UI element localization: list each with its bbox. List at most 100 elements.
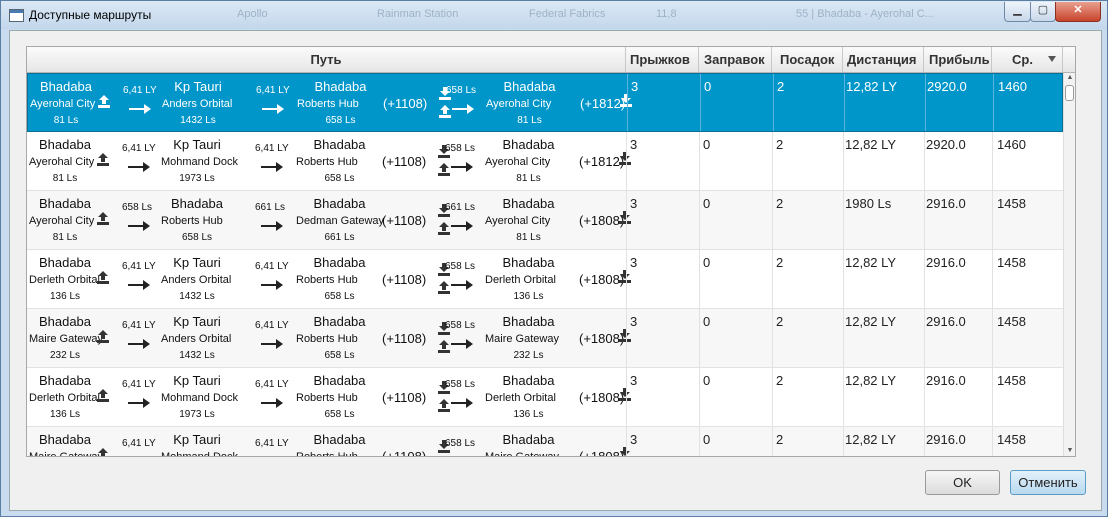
table-row[interactable]: BhadabaMaire Gateway232 LsKp TauriMohman… — [27, 427, 1063, 456]
column-header-jumps[interactable]: Прыжков — [626, 47, 699, 72]
column-divider — [772, 427, 773, 456]
system-name: Bhadaba — [502, 255, 555, 270]
cell-distance: 12,82 LY — [846, 79, 898, 94]
route-stop: Bhadaba Dedman Gateway (+1108) 661 Ls — [290, 191, 450, 249]
sell-upload-icon — [439, 105, 451, 118]
system-name: Kp Tauri — [173, 373, 221, 388]
cell-profit: 2920.0 — [926, 137, 966, 152]
station-distance: 136 Ls — [49, 291, 81, 302]
dialog-window: Доступные маршруты Apollo Rainman Statio… — [0, 0, 1108, 517]
table-row-selected[interactable]: Bhadaba Ayerohal City 81 Ls Kp Tauri Anders … — [27, 73, 1063, 132]
leg-distance-label: 658 Ls — [445, 320, 476, 331]
minimize-button[interactable]: ▁ — [1004, 2, 1031, 22]
profit-bonus: (+1108) — [383, 96, 428, 111]
profit-bonus: (+1108) — [382, 390, 427, 405]
close-button[interactable]: ✕ — [1055, 2, 1101, 22]
cell-jumps: 3 — [630, 255, 638, 270]
table-row[interactable]: Bhadaba Ayerohal City 81 Ls Kp Tauri Mohmand… — [27, 132, 1063, 191]
cell-refuels: 0 — [703, 314, 711, 329]
station-distance: 81 Ls — [516, 232, 541, 243]
station-name: Roberts Hub — [297, 98, 359, 110]
maximize-icon: ▢ — [1037, 4, 1049, 16]
system-name: Kp Tauri — [173, 255, 221, 270]
route-arrow-icon — [261, 339, 283, 349]
station-name: Roberts Hub — [296, 156, 358, 168]
window-icon — [9, 9, 24, 22]
system-name: Bhadaba — [502, 314, 555, 329]
table-row[interactable]: Bhadaba Derleth Orbital 136 Ls Kp Tauri Mohm… — [27, 368, 1063, 427]
station-distance: 81 Ls — [517, 115, 542, 126]
station-name: Mohmand Dock — [161, 156, 239, 168]
scrollbar-thumb[interactable] — [1065, 85, 1074, 101]
system-name: Kp Tauri — [173, 137, 221, 152]
ok-button[interactable]: OK — [925, 470, 1000, 495]
station-name: Ayerohal City — [29, 215, 95, 227]
system-name: Bhadaba — [313, 373, 366, 388]
route-arrow-icon — [261, 221, 283, 231]
station-distance: 136 Ls — [513, 291, 544, 302]
vertical-scrollbar[interactable]: ▲ ▼ — [1063, 73, 1075, 456]
column-divider — [843, 309, 844, 367]
background-text: 55 | Bhadaba - Ayerohal C... — [796, 8, 934, 20]
cell-avg: 1458 — [997, 432, 1026, 447]
column-header-profit[interactable]: Прибыль — [924, 47, 992, 72]
column-divider — [925, 74, 926, 131]
column-header-refuels[interactable]: Заправок — [699, 47, 772, 72]
sell-upload-icon — [438, 281, 450, 294]
route-stop: Bhadaba Ayerohal City (+1812) 81 Ls — [480, 74, 632, 131]
cell-refuels: 0 — [703, 137, 711, 152]
column-header-path[interactable]: Путь — [27, 47, 626, 72]
column-header-distance[interactable]: Дистанция — [843, 47, 924, 72]
cell-refuels: 0 — [704, 79, 712, 94]
table-row[interactable]: Bhadaba Ayerohal City 81 Ls Bhadaba Roberts … — [27, 191, 1063, 250]
system-name: Bhadaba — [38, 137, 92, 152]
station-name: Derleth Orbital — [29, 392, 100, 404]
column-divider — [772, 250, 773, 308]
route-stop: Kp TauriMohmand Dock1973 Ls — [157, 427, 247, 456]
leg-distance-label: 6,41 LY — [255, 438, 289, 449]
leg-distance-label: 658 Ls — [445, 143, 476, 154]
cell-distance: 12,82 LY — [845, 314, 897, 329]
cell-profit: 2916.0 — [926, 314, 966, 329]
route-arrow-icon — [128, 339, 150, 349]
station-name: Derleth Orbital — [485, 392, 556, 404]
leg-distance-label: 6,41 LY — [122, 261, 156, 272]
cell-distance: 12,82 LY — [845, 373, 897, 388]
system-name: Bhadaba — [502, 373, 555, 388]
leg-distance-label: 658 Ls — [445, 261, 476, 272]
system-name: Bhadaba — [38, 314, 92, 329]
cell-jumps: 3 — [630, 196, 638, 211]
route-stop: Bhadaba Ayerohal City 81 Ls — [28, 74, 110, 131]
system-name: Bhadaba — [38, 373, 92, 388]
leg-distance-label: 6,41 LY — [123, 85, 157, 96]
leg-distance-label: 6,41 LY — [256, 85, 290, 96]
column-header-landings[interactable]: Посадок — [772, 47, 843, 72]
column-divider — [924, 309, 925, 367]
station-distance: 1973 Ls — [179, 409, 215, 420]
cell-refuels: 0 — [703, 432, 711, 447]
column-header-average[interactable]: Ср. — [992, 47, 1063, 72]
profit-bonus: (+1812) — [579, 154, 625, 169]
cell-landings: 2 — [776, 255, 784, 270]
buy-download-icon — [619, 447, 631, 456]
sell-upload-icon — [438, 340, 450, 353]
profit-bonus: (+1808) — [579, 272, 625, 287]
column-divider — [924, 191, 925, 249]
cell-avg: 1458 — [997, 196, 1026, 211]
column-divider — [843, 132, 844, 190]
cell-jumps: 3 — [630, 432, 638, 447]
table-row[interactable]: Bhadaba Maire Gateway 232 Ls Kp Tauri Anders… — [27, 309, 1063, 368]
cancel-button[interactable]: Отменить — [1010, 470, 1086, 495]
title-bar[interactable]: Доступные маршруты Apollo Rainman Statio… — [1, 1, 1107, 29]
route-stop: Bhadaba Maire Gateway 232 Ls — [27, 309, 109, 367]
maximize-button[interactable]: ▢ — [1030, 2, 1056, 22]
route-arrow-icon — [261, 162, 283, 172]
route-arrow-icon — [451, 280, 473, 290]
scroll-down-icon[interactable]: ▼ — [1065, 446, 1075, 456]
station-name: Roberts Hub — [296, 274, 358, 286]
route-arrow-icon — [451, 162, 473, 172]
station-name: Roberts Hub — [161, 215, 223, 227]
table-row[interactable]: Bhadaba Derleth Orbital 136 Ls Kp Tauri Ande… — [27, 250, 1063, 309]
scroll-up-icon[interactable]: ▲ — [1065, 73, 1075, 83]
column-divider — [924, 132, 925, 190]
